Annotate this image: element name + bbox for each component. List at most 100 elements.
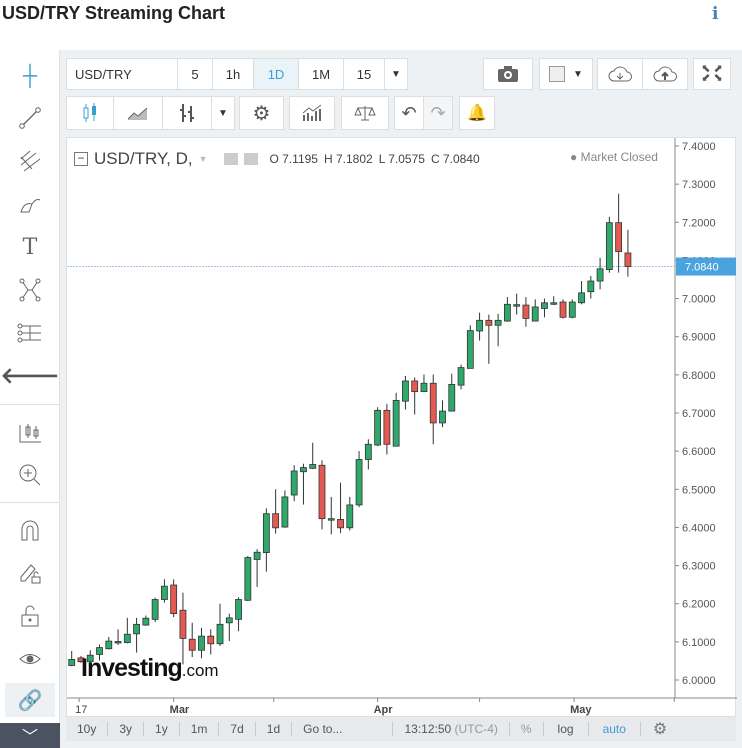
brush-icon[interactable] [10, 187, 50, 221]
drawing-toolbar: ┼ T 🡐 🔗 ﹀ [0, 50, 60, 748]
interval-1d[interactable]: 1D [253, 58, 299, 90]
candle-up [439, 410, 446, 424]
market-status: ● Market Closed [570, 150, 658, 164]
percent-toggle[interactable]: % [510, 722, 544, 736]
zoom-in-icon[interactable] [10, 458, 50, 492]
candle-up [568, 301, 576, 318]
add-alert-icon[interactable]: 🔔 [459, 96, 495, 130]
eye-toggle-icon[interactable] [223, 153, 238, 165]
candle-up [346, 504, 354, 529]
trend-line-icon[interactable] [10, 101, 50, 135]
candle-down [318, 464, 326, 520]
settings-gear-icon[interactable]: ⚙ [641, 719, 667, 739]
interval-1m[interactable]: 1M [298, 58, 344, 90]
candle-down [337, 519, 344, 529]
candle-down [615, 222, 623, 253]
area-chart-icon[interactable] [113, 96, 163, 130]
y-tick-label: 6.3000 [682, 561, 716, 573]
interval-5[interactable]: 5 [177, 58, 213, 90]
x-tick-label: 17 [75, 704, 87, 716]
y-tick-label: 6.8000 [682, 370, 716, 382]
legend-settings-icon[interactable] [243, 153, 258, 165]
range-1y[interactable]: 1y [144, 722, 180, 736]
back-arrow-icon[interactable]: 🡐 [1, 359, 60, 393]
undo-icon[interactable]: ↶ [394, 96, 424, 130]
measure-icon[interactable] [10, 416, 50, 450]
text-tool-icon[interactable]: T [10, 230, 50, 264]
candle-up [68, 659, 76, 666]
collapse-legend-icon[interactable]: − [74, 152, 88, 166]
y-tick-label: 7.4000 [682, 141, 716, 153]
pattern-icon[interactable] [10, 273, 50, 307]
fib-tools-icon[interactable] [10, 144, 50, 178]
range-3y[interactable]: 3y [108, 722, 145, 736]
candle-down [272, 513, 280, 529]
fullscreen-icon[interactable]: ⬉ ⬈ ⬋ ⬊ [693, 58, 731, 90]
candle-up [142, 617, 150, 626]
goto-button[interactable]: Go to... [292, 722, 394, 736]
range-1d[interactable]: 1d [256, 722, 293, 736]
candle-down [207, 635, 215, 645]
candle-down [383, 409, 391, 445]
link-icon[interactable]: 🔗 [5, 683, 55, 717]
redo-icon[interactable]: ↷ [423, 96, 453, 130]
candle-down [411, 380, 419, 393]
y-tick-label: 6.0000 [682, 675, 716, 687]
range-1m[interactable]: 1m [180, 722, 220, 736]
candle-up [392, 400, 400, 447]
logo-brand: Investing [81, 654, 183, 682]
y-tick-label: 6.1000 [682, 637, 716, 649]
compare-scales-icon[interactable] [341, 96, 389, 130]
prediction-icon[interactable] [10, 316, 50, 350]
candle-up [216, 623, 224, 645]
candle-up [476, 319, 483, 332]
legend-close: C 7.0840 [430, 152, 480, 166]
unlock-icon[interactable] [10, 599, 50, 633]
chart-type-dropdown[interactable]: ▼ [211, 96, 235, 130]
candle-up [494, 319, 502, 326]
eye-icon[interactable] [10, 642, 50, 676]
interval-15[interactable]: 15 [343, 58, 385, 90]
interval-1h[interactable]: 1h [212, 58, 254, 90]
candle-down [179, 609, 187, 639]
candle-down [485, 319, 493, 326]
candle-up [151, 599, 159, 620]
candle-up [541, 302, 548, 309]
interval-dropdown[interactable]: ▼ [384, 58, 408, 90]
info-icon[interactable]: i [712, 4, 718, 24]
y-tick-label: 6.9000 [682, 332, 716, 344]
last-price-label: 7.0840 [685, 262, 719, 274]
range-10y[interactable]: 10y [66, 722, 109, 736]
cloud-download-icon[interactable] [597, 58, 643, 90]
candle-up [105, 640, 113, 650]
auto-toggle[interactable]: auto [589, 722, 641, 736]
y-tick-label: 6.6000 [682, 446, 716, 458]
chevron-down-icon[interactable]: ﹀ [0, 723, 60, 748]
page-title: USD/TRY Streaming Chart [2, 3, 226, 23]
crosshair-icon[interactable]: ┼ [10, 59, 50, 93]
lock-drawings-icon[interactable] [10, 556, 50, 590]
y-tick-label: 6.7000 [682, 408, 716, 420]
candle-up [420, 382, 428, 393]
candle-up [198, 635, 205, 651]
candlestick-chart[interactable]: 7.40007.30007.20007.10007.00006.90006.80… [67, 138, 737, 718]
logo-suffix: .com [181, 661, 219, 680]
indicators-icon[interactable] [289, 96, 335, 130]
price-chart[interactable]: 7.40007.30007.20007.10007.00006.90006.80… [66, 137, 737, 718]
candle-up [550, 302, 558, 305]
cloud-upload-icon[interactable] [642, 58, 688, 90]
legend-high: H 7.1802 [323, 152, 373, 166]
range-7d[interactable]: 7d [219, 722, 256, 736]
y-tick-label: 7.2000 [682, 217, 716, 229]
legend-symbol: USD/TRY, D, [94, 149, 193, 168]
candle-up [374, 409, 382, 446]
log-toggle[interactable]: log [544, 722, 589, 736]
bars-chart-icon[interactable] [162, 96, 212, 130]
magnet-icon[interactable] [10, 513, 50, 547]
candles-chart-type-icon[interactable] [66, 96, 114, 130]
camera-icon[interactable] [483, 58, 533, 90]
symbol-input[interactable]: USD/TRY [66, 58, 178, 90]
settings-gear-icon[interactable]: ⚙ [239, 96, 284, 130]
chevron-down-icon[interactable]: ▼ [199, 154, 208, 164]
color-picker[interactable]: ▼ [539, 58, 593, 90]
